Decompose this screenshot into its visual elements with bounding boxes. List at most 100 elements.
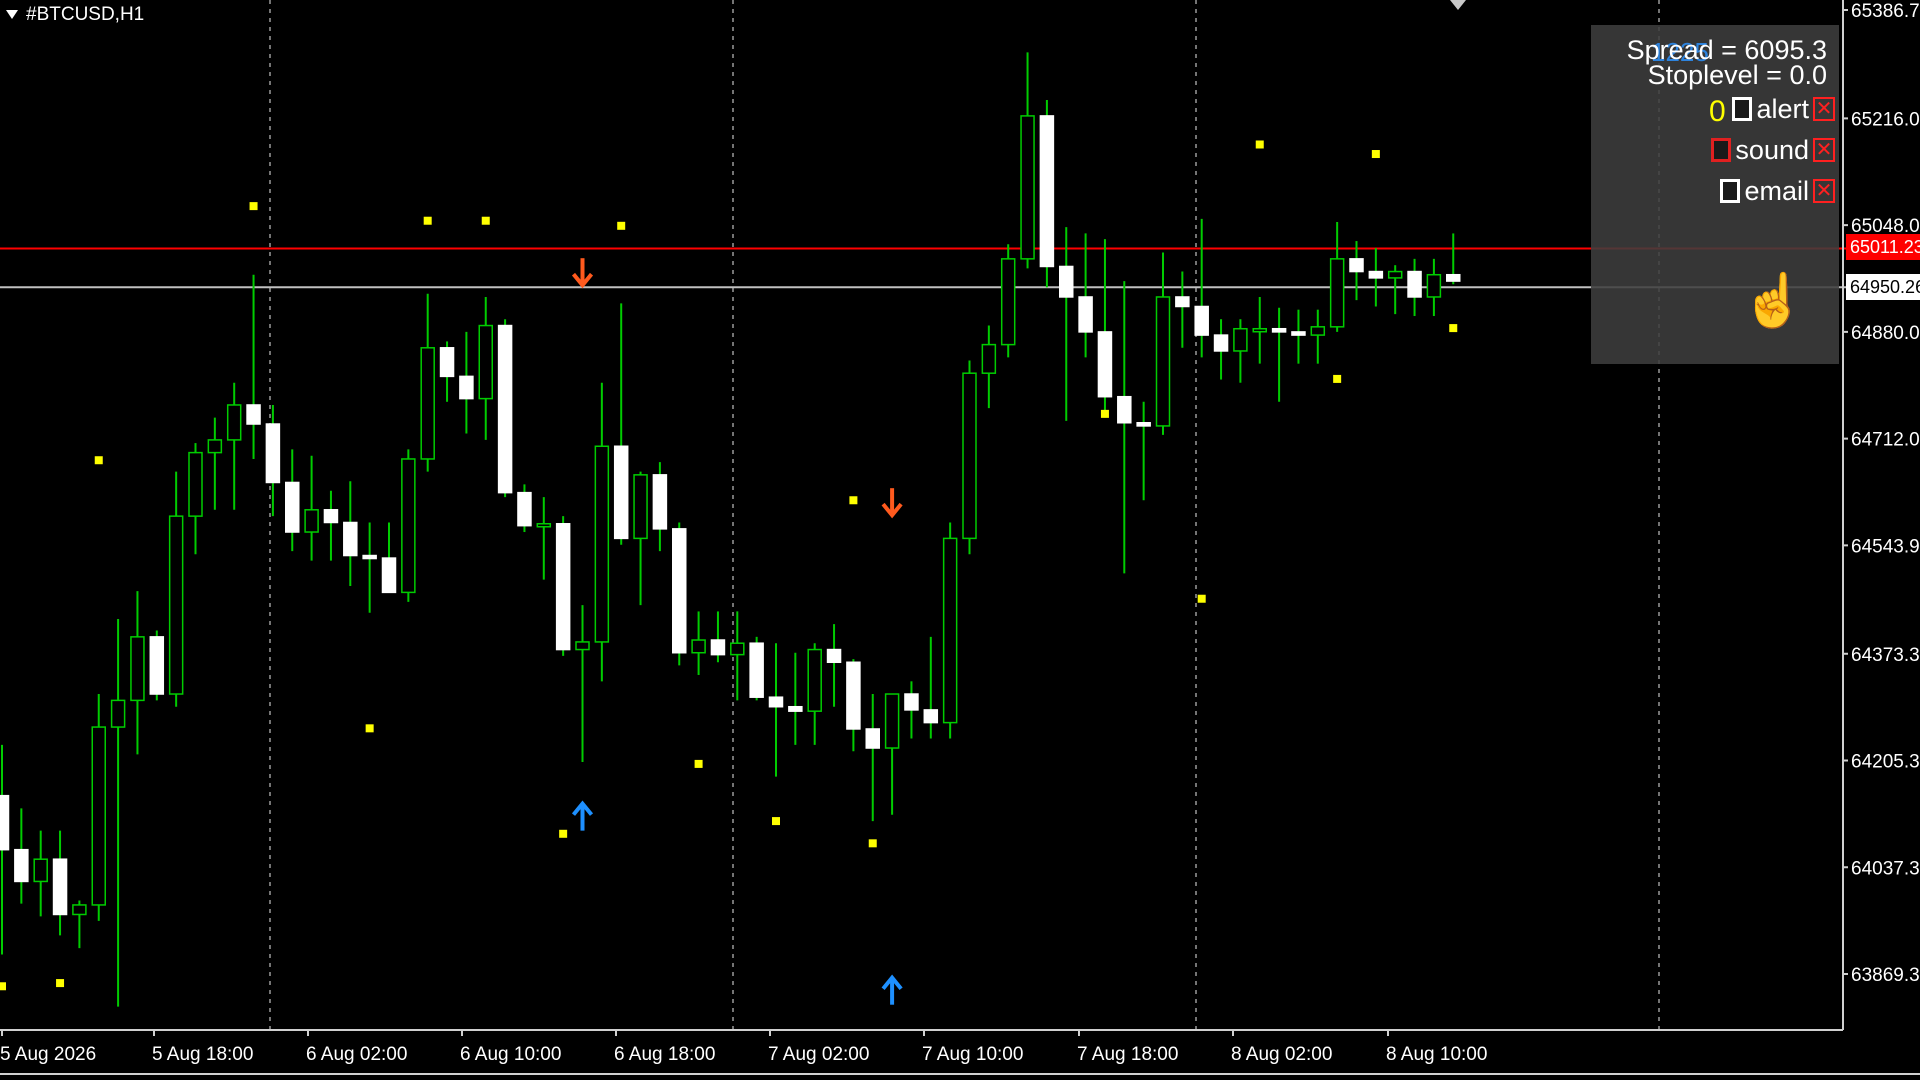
bear-candle[interactable] bbox=[672, 528, 687, 654]
bear-candle[interactable] bbox=[846, 661, 861, 730]
bear-candle[interactable] bbox=[0, 794, 10, 851]
bull-candle[interactable] bbox=[33, 858, 48, 883]
symbol-label[interactable]: #BTCUSD,H1 bbox=[6, 4, 144, 26]
bull-candle[interactable] bbox=[691, 639, 706, 654]
bull-candle[interactable] bbox=[536, 523, 552, 528]
bear-candle[interactable] bbox=[923, 709, 939, 724]
bear-candle[interactable] bbox=[381, 557, 397, 594]
bull-candle[interactable] bbox=[226, 404, 242, 441]
bear-candle[interactable] bbox=[343, 521, 358, 557]
y-tick-label: 64037.33 bbox=[1851, 858, 1920, 879]
sound-checkbox[interactable] bbox=[1711, 138, 1732, 162]
bear-candle[interactable] bbox=[555, 523, 571, 651]
bear-candle[interactable] bbox=[1407, 270, 1422, 298]
bull-candle[interactable] bbox=[1020, 115, 1035, 260]
bear-candle[interactable] bbox=[1175, 296, 1190, 308]
hand-pointer-icon[interactable]: ☝ bbox=[1741, 270, 1806, 331]
bear-candle[interactable] bbox=[1117, 395, 1132, 424]
bull-candle[interactable] bbox=[168, 515, 184, 695]
bear-candle[interactable] bbox=[768, 696, 784, 708]
bear-candle[interactable] bbox=[52, 858, 68, 916]
bear-candle[interactable] bbox=[265, 423, 281, 484]
bull-candle[interactable] bbox=[942, 537, 958, 724]
bull-candle[interactable] bbox=[420, 347, 435, 460]
bear-candle[interactable] bbox=[362, 554, 377, 560]
bull-candle[interactable] bbox=[91, 726, 106, 906]
email-label: email bbox=[1744, 175, 1809, 206]
bull-candle[interactable] bbox=[401, 458, 416, 594]
bear-candle[interactable] bbox=[1097, 331, 1113, 398]
bull-candle[interactable] bbox=[1252, 327, 1267, 333]
y-tick-label: 65386.70 bbox=[1851, 1, 1920, 22]
alert-checkbox[interactable] bbox=[1732, 97, 1753, 121]
ask-price-tag: 65011.23 bbox=[1846, 234, 1920, 260]
bull-candle[interactable] bbox=[478, 324, 493, 400]
bear-candle[interactable] bbox=[749, 642, 764, 698]
bear-candle[interactable] bbox=[14, 848, 29, 883]
bear-candle[interactable] bbox=[865, 728, 880, 749]
bull-candle[interactable] bbox=[633, 474, 648, 540]
bear-candle[interactable] bbox=[1368, 270, 1384, 279]
bear-candle[interactable] bbox=[459, 375, 474, 400]
bear-candle[interactable] bbox=[904, 693, 919, 711]
x-tick-label: 7 Aug 10:00 bbox=[922, 1044, 1023, 1065]
bear-candle[interactable] bbox=[1271, 327, 1287, 333]
bull-candle[interactable] bbox=[110, 699, 126, 728]
bull-candle[interactable] bbox=[981, 343, 997, 374]
bull-candle[interactable] bbox=[1310, 326, 1326, 336]
sell-arrow-icon[interactable] bbox=[571, 258, 594, 289]
alert-close-icon[interactable]: ✕ bbox=[1813, 97, 1835, 121]
buy-arrow-icon[interactable] bbox=[571, 800, 594, 831]
bear-candle[interactable] bbox=[439, 347, 455, 378]
bull-candle[interactable] bbox=[884, 693, 900, 749]
bear-candle[interactable] bbox=[1136, 422, 1151, 427]
bear-candle[interactable] bbox=[1446, 273, 1461, 282]
buy-arrow-icon[interactable] bbox=[881, 974, 903, 1005]
bear-candle[interactable] bbox=[285, 481, 300, 533]
bear-candle[interactable] bbox=[497, 324, 513, 494]
bear-candle[interactable] bbox=[613, 445, 629, 540]
bear-candle[interactable] bbox=[323, 509, 339, 524]
signal-dot bbox=[868, 839, 877, 848]
bull-candle[interactable] bbox=[1233, 327, 1248, 352]
bull-candle[interactable] bbox=[594, 445, 610, 643]
bear-candle[interactable] bbox=[652, 474, 668, 530]
bull-candle[interactable] bbox=[188, 451, 203, 517]
x-tick-label: 8 Aug 10:00 bbox=[1386, 1044, 1487, 1065]
bear-candle[interactable] bbox=[1059, 265, 1074, 298]
bear-candle[interactable] bbox=[1349, 258, 1364, 273]
alert-option-row: alert ✕ bbox=[1732, 91, 1835, 127]
chart-menu-triangle-icon[interactable] bbox=[6, 10, 18, 20]
bear-candle[interactable] bbox=[710, 639, 726, 656]
signal-dot bbox=[481, 216, 490, 225]
sound-close-icon[interactable]: ✕ bbox=[1813, 138, 1835, 162]
bear-candle[interactable] bbox=[826, 648, 842, 664]
bull-candle[interactable] bbox=[575, 641, 590, 651]
email-checkbox[interactable] bbox=[1720, 179, 1741, 203]
bull-candle[interactable] bbox=[72, 904, 87, 916]
bear-candle[interactable] bbox=[246, 404, 261, 425]
bear-candle[interactable] bbox=[149, 636, 165, 695]
bull-candle[interactable] bbox=[130, 636, 145, 702]
y-tick-label: 64373.38 bbox=[1851, 645, 1920, 666]
bull-candle[interactable] bbox=[1155, 296, 1171, 427]
bear-candle[interactable] bbox=[788, 705, 803, 712]
bull-candle[interactable] bbox=[1387, 270, 1403, 279]
signal-dot bbox=[1449, 324, 1458, 333]
bull-candle[interactable] bbox=[1000, 258, 1016, 346]
bull-candle[interactable] bbox=[304, 509, 319, 533]
bull-candle[interactable] bbox=[1426, 273, 1442, 298]
bull-candle[interactable] bbox=[207, 439, 223, 454]
bear-candle[interactable] bbox=[1078, 296, 1093, 333]
bull-candle[interactable] bbox=[730, 642, 745, 656]
bear-candle[interactable] bbox=[1039, 115, 1055, 268]
bull-candle[interactable] bbox=[807, 648, 822, 712]
email-close-icon[interactable]: ✕ bbox=[1813, 179, 1835, 203]
bear-candle[interactable] bbox=[1213, 334, 1229, 352]
bull-candle[interactable] bbox=[1329, 258, 1345, 328]
sell-arrow-icon[interactable] bbox=[881, 488, 903, 519]
bear-candle[interactable] bbox=[1194, 305, 1209, 336]
bear-candle[interactable] bbox=[1291, 331, 1306, 336]
bull-candle[interactable] bbox=[962, 372, 977, 540]
bear-candle[interactable] bbox=[517, 491, 532, 527]
